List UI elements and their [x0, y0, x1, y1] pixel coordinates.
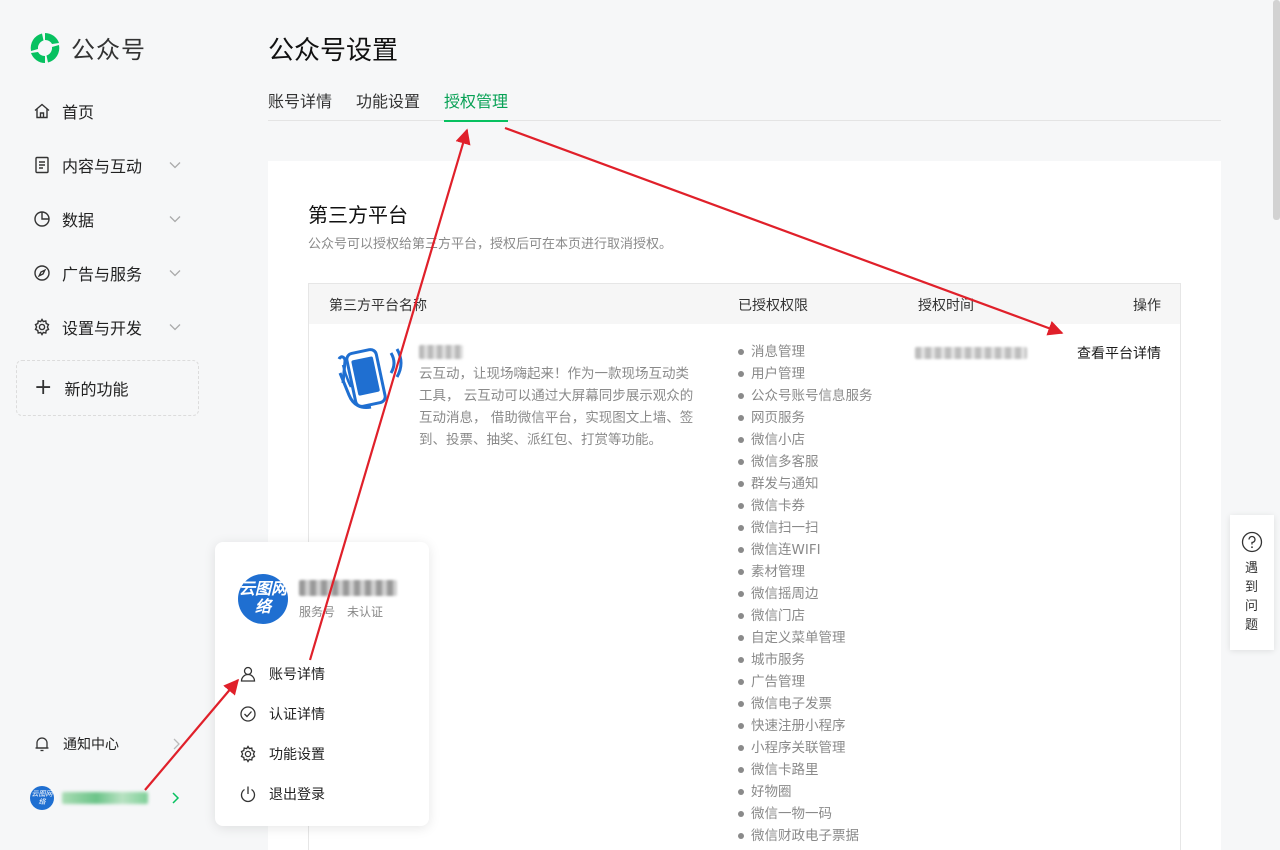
- chevron-right-icon: [168, 791, 182, 805]
- chevron-down-icon[interactable]: [168, 266, 182, 280]
- app-description: 云互动，让现场嗨起来！作为一款现场互动类工具， 云互动可以通过大屏幕同步展示观众…: [419, 366, 694, 448]
- nav-item-settings[interactable]: 设置与开发: [0, 300, 230, 354]
- permission-item: 微信电子发票: [738, 693, 873, 715]
- section-description: 公众号可以授权给第三方平台，授权后可在本页进行取消授权。: [308, 237, 673, 252]
- document-icon: [33, 156, 51, 174]
- main-nav: 首页 内容与互动 数据 广告与服务 设置与开发: [0, 84, 230, 354]
- user-icon: [239, 665, 257, 683]
- nav-label: 首页: [62, 103, 95, 122]
- check-circle-icon: [239, 705, 257, 723]
- nav-label: 数据: [62, 211, 95, 230]
- page-title: 公众号设置: [268, 36, 399, 66]
- third-party-table: 第三方平台名称 已授权权限 授权时间 操作 云互动，让现场嗨起来！作为一款现场互…: [308, 283, 1181, 850]
- menu-item-label: 功能设置: [269, 747, 325, 763]
- account-name-redacted: [299, 580, 397, 596]
- permission-item: 微信卡路里: [738, 759, 873, 781]
- avatar: 云图网络: [238, 574, 288, 624]
- permission-item: 微信摇周边: [738, 583, 873, 605]
- new-feature-button[interactable]: + 新的功能: [16, 360, 199, 416]
- tab-account-details[interactable]: 账号详情: [268, 88, 332, 121]
- account-type: 服务号: [299, 605, 336, 619]
- permission-item: 微信卡券: [738, 495, 873, 517]
- permission-item: 小程序关联管理: [738, 737, 873, 759]
- column-header: 授权时间: [918, 298, 974, 314]
- auth-time-redacted: [915, 347, 1027, 359]
- account-name-redacted: [62, 792, 148, 804]
- chevron-down-icon[interactable]: [168, 158, 182, 172]
- sidebar: 公众号 首页 内容与互动 数据 广告与服务 设置与开发 + 新的功能 通知中心 …: [0, 0, 230, 850]
- nav-item-home[interactable]: 首页: [0, 84, 230, 138]
- gear-icon: [239, 745, 257, 763]
- permission-item: 微信多客服: [738, 451, 873, 473]
- chevron-down-icon[interactable]: [168, 212, 182, 226]
- account-switcher[interactable]: 云图网络: [30, 785, 190, 811]
- menu-item-account-details[interactable]: 账号详情: [239, 654, 409, 694]
- new-feature-label: 新的功能: [64, 380, 129, 399]
- wechat-mp-logo-icon: [30, 32, 60, 63]
- menu-item-verification[interactable]: 认证详情: [239, 694, 409, 734]
- permission-item: 微信一物一码: [738, 803, 873, 825]
- permission-item: 快速注册小程序: [738, 715, 873, 737]
- settings-tabs: 账号详情 功能设置 授权管理: [268, 88, 1221, 122]
- help-button[interactable]: 遇到问题: [1230, 515, 1274, 650]
- permission-item: 群发与通知: [738, 473, 873, 495]
- permission-item: 微信连WIFI: [738, 539, 873, 561]
- scrollbar[interactable]: [1273, 0, 1280, 220]
- pie-chart-icon: [33, 210, 51, 228]
- nav-label: 设置与开发: [62, 319, 143, 338]
- menu-item-function-settings[interactable]: 功能设置: [239, 734, 409, 774]
- permission-item: 消息管理: [738, 341, 873, 363]
- power-icon: [239, 785, 257, 803]
- compass-icon: [33, 264, 51, 282]
- permission-item: 微信财政电子票据: [738, 825, 873, 847]
- app-name-redacted: [419, 345, 463, 359]
- chevron-down-icon[interactable]: [168, 320, 182, 334]
- permission-item: 公众号账号信息服务: [738, 385, 873, 407]
- nav-label: 内容与互动: [62, 157, 143, 176]
- chevron-right-icon: [169, 737, 183, 751]
- column-header: 第三方平台名称: [329, 298, 427, 314]
- permission-item: 好物圈: [738, 781, 873, 803]
- permission-list: 消息管理 用户管理 公众号账号信息服务 网页服务 微信小店 微信多客服 群发与通知 微信卡券微…: [738, 341, 873, 847]
- nav-item-data[interactable]: 数据: [0, 192, 230, 246]
- table-header: 第三方平台名称 已授权权限 授权时间 操作: [309, 284, 1180, 324]
- phone-app-logo-icon: [337, 348, 403, 409]
- bell-icon: [33, 735, 51, 753]
- nav-label: 广告与服务: [62, 265, 143, 284]
- verification-status: 未认证: [347, 605, 384, 619]
- permission-item: 网页服务: [738, 407, 873, 429]
- notify-label: 通知中心: [63, 737, 119, 753]
- menu-item-label: 认证详情: [269, 707, 325, 723]
- permission-item: 微信扫一扫: [738, 517, 873, 539]
- brand-name: 公众号: [71, 36, 146, 64]
- home-icon: [33, 102, 51, 120]
- avatar: 云图网络: [30, 786, 54, 810]
- permission-item: 城市服务: [738, 649, 873, 671]
- permission-item: 自定义菜单管理: [738, 627, 873, 649]
- popup-menu: 账号详情 认证详情 功能设置 退出登录: [239, 654, 409, 814]
- menu-item-label: 账号详情: [269, 667, 325, 683]
- plus-icon: +: [34, 375, 53, 400]
- column-header: 操作: [1133, 298, 1161, 314]
- tab-function-settings[interactable]: 功能设置: [356, 88, 420, 121]
- section-title: 第三方平台: [308, 203, 408, 227]
- nav-item-ads[interactable]: 广告与服务: [0, 246, 230, 300]
- brand-logo[interactable]: 公众号: [28, 30, 146, 65]
- permission-item: 素材管理: [738, 561, 873, 583]
- gear-icon: [33, 318, 51, 336]
- question-icon: [1241, 531, 1263, 553]
- column-header: 已授权权限: [738, 298, 808, 314]
- permission-item: 用户管理: [738, 363, 873, 385]
- menu-item-logout[interactable]: 退出登录: [239, 774, 409, 814]
- permission-item: 广告管理: [738, 671, 873, 693]
- notification-center[interactable]: 通知中心: [33, 733, 193, 755]
- view-platform-details-link[interactable]: 查看平台详情: [1077, 343, 1161, 363]
- menu-item-label: 退出登录: [269, 787, 325, 803]
- nav-item-content[interactable]: 内容与互动: [0, 138, 230, 192]
- account-popup: 云图网络 服务号 未认证 账号详情 认证详情 功能设置 退出登录: [215, 542, 429, 826]
- help-label: 遇到问题: [1245, 561, 1259, 633]
- permission-item: 微信门店: [738, 605, 873, 627]
- tab-authorization[interactable]: 授权管理: [444, 88, 509, 122]
- permission-item: 微信小店: [738, 429, 873, 451]
